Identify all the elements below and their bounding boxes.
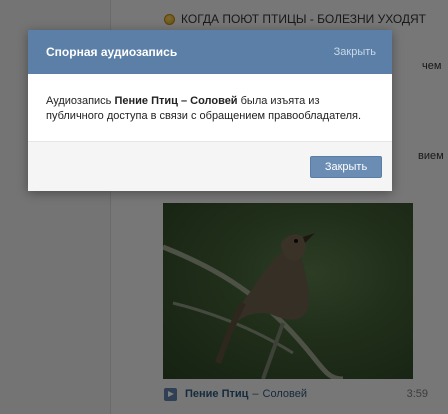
close-button[interactable]: Закрыть [310,156,382,178]
dialog-header: Спорная аудиозапись Закрыть [28,30,392,74]
dialog-footer: Закрыть [28,141,392,191]
disputed-audio-dialog: Спорная аудиозапись Закрыть Аудиозапись … [28,30,392,191]
dialog-message-prefix: Аудиозапись [46,95,115,107]
dialog-message: Аудиозапись Пение Птиц – Соловей была из… [28,74,392,141]
dialog-message-track: Пение Птиц – Соловей [114,95,238,107]
dialog-close-link[interactable]: Закрыть [334,46,376,58]
dialog-title: Спорная аудиозапись [46,45,178,59]
